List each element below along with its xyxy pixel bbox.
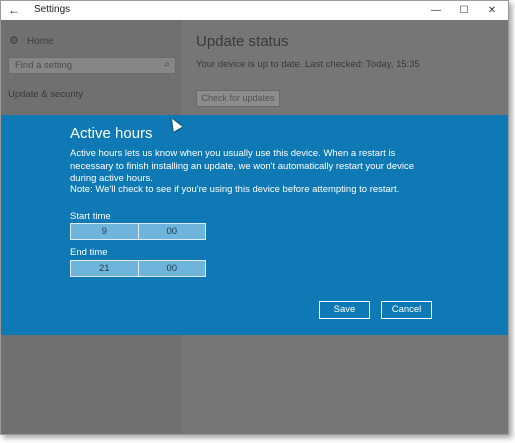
settings-window: ← Settings — ☐ ✕ ⚙ Home Find a setting ⌕ …	[0, 0, 509, 435]
search-icon[interactable]: ⌕	[164, 59, 170, 70]
end-time-label: End time	[70, 247, 108, 258]
check-for-updates-button[interactable]: Check for updates	[196, 90, 280, 107]
end-minute-field[interactable]: 00	[137, 261, 206, 276]
minimize-button[interactable]: —	[422, 1, 450, 20]
sidebar-item-update-security[interactable]: Update & security	[8, 89, 83, 100]
start-minute-field[interactable]: 00	[137, 224, 206, 239]
window-title: Settings	[34, 4, 71, 15]
active-hours-dialog: Active hours Active hours lets us know w…	[1, 115, 508, 335]
end-time-picker[interactable]: 21 00	[70, 260, 206, 277]
search-placeholder: Find a setting	[15, 60, 73, 71]
dialog-title: Active hours	[70, 125, 153, 142]
gear-icon: ⚙	[9, 35, 19, 47]
start-time-label: Start time	[70, 211, 111, 222]
page-title: Update status	[196, 33, 289, 50]
dialog-description: Active hours lets us know when you usual…	[70, 148, 414, 184]
search-input[interactable]: Find a setting ⌕	[8, 57, 176, 74]
title-bar: ← Settings — ☐ ✕	[1, 1, 508, 20]
cancel-button[interactable]: Cancel	[381, 301, 432, 319]
home-nav-item[interactable]: ⚙ Home	[9, 34, 54, 47]
update-status-text: Your device is up to date. Last checked:…	[196, 59, 420, 70]
end-hour-field[interactable]: 21	[71, 261, 138, 276]
home-label: Home	[27, 36, 54, 47]
start-time-picker[interactable]: 9 00	[70, 223, 206, 240]
back-arrow-icon[interactable]: ←	[7, 3, 21, 17]
save-button[interactable]: Save	[319, 301, 370, 319]
close-button[interactable]: ✕	[478, 1, 506, 20]
dialog-note: Note: We'll check to see if you're using…	[70, 184, 400, 195]
maximize-button[interactable]: ☐	[450, 1, 478, 20]
start-hour-field[interactable]: 9	[71, 224, 138, 239]
